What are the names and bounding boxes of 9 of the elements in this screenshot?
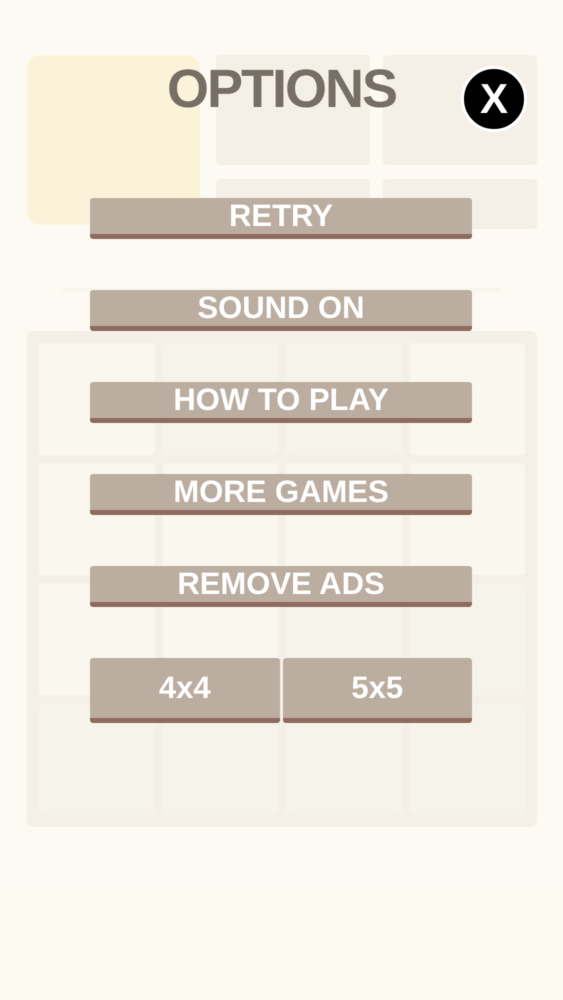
options-title: OPTIONS: [166, 62, 396, 120]
menu-button[interactable]: RETRY: [90, 198, 472, 239]
menu-button[interactable]: SOUND ON: [90, 290, 472, 331]
menu-button[interactable]: HOW TO PLAY: [90, 382, 472, 423]
grid-size-button[interactable]: 4x4: [90, 658, 280, 723]
menu-button[interactable]: MORE GAMES: [90, 474, 472, 515]
close-button[interactable]: X: [461, 66, 527, 132]
grid-size-button[interactable]: 5x5: [282, 658, 472, 723]
menu-button[interactable]: REMOVE ADS: [90, 566, 472, 607]
